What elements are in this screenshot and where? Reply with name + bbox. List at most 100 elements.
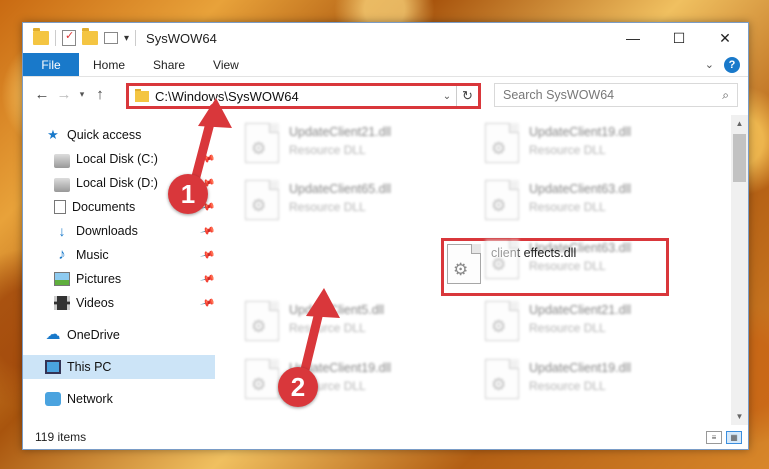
pin-icon[interactable]: 📌 [199,271,215,287]
properties-icon[interactable] [62,29,76,46]
pin-icon[interactable]: 📌 [199,247,215,263]
nav-item-quick-access[interactable]: ★ Quick access [23,123,223,147]
file-item[interactable]: ⚙ UpdateClient21.dll Resource DLL [245,121,465,169]
scroll-down-icon[interactable]: ▼ [731,408,748,425]
address-bar[interactable]: C:\Windows\SysWOW64 ⌄ ↻ [126,83,481,109]
refresh-icon[interactable]: ↻ [456,86,478,106]
nav-item-onedrive[interactable]: ☁ OneDrive [23,323,223,347]
tab-file[interactable]: File [23,53,79,76]
back-arrow-icon[interactable]: ← [31,86,53,103]
chevron-down-icon[interactable]: ▾ [124,33,129,44]
nav-item-label: OneDrive [67,328,120,342]
file-item[interactable]: ⚙ UpdateClient63.dll Resource DLL [485,178,705,226]
file-item[interactable]: ⚙ UpdateClient65.dll Resource DLL [245,178,465,226]
details-view-icon[interactable]: ≡ [706,430,722,444]
ribbon-tabs: File Home Share View ⌄ ? [23,53,748,77]
nav-item-label: Local Disk (D:) [76,176,158,190]
file-type: Resource DLL [289,321,366,335]
pin-icon[interactable]: 📌 [199,151,215,167]
gear-icon: ⚙ [251,317,267,336]
search-icon[interactable]: ⌕ [722,88,729,103]
forward-arrow-icon[interactable]: → [53,86,75,103]
address-path[interactable]: C:\Windows\SysWOW64 [155,89,438,104]
gear-icon: ⚙ [251,375,267,394]
file-item[interactable]: ⚙ UpdateClient63.dll Resource DLL [485,237,705,285]
file-name: UpdateClient65.dll [289,182,392,196]
documents-icon [54,200,66,214]
gear-icon: ⚙ [251,196,267,215]
nav-item-label: Downloads [76,224,138,238]
tab-home[interactable]: Home [79,53,139,76]
pictures-icon [54,272,70,286]
pin-icon[interactable]: 📌 [199,223,215,239]
file-item[interactable]: ⚙ UpdateClient21.dll Resource DLL [485,299,705,347]
file-name: UpdateClient5.dll [289,303,385,317]
folder-icon [135,88,149,102]
item-count: 119 items [35,430,87,444]
toolbar-divider [135,30,137,46]
gear-icon: ⚙ [491,196,507,215]
nav-item-videos[interactable]: Videos 📌 [23,291,223,315]
tab-share[interactable]: Share [139,53,199,76]
help-icon[interactable]: ? [724,56,740,73]
nav-item-label: Music [76,248,109,262]
dll-file-icon: ⚙ [245,359,279,399]
new-folder-icon[interactable] [82,28,98,45]
nav-item-this-pc[interactable]: This PC [23,355,215,379]
main-area: ★ Quick access Local Disk (C:) 📌 Local D… [23,115,748,425]
drive-icon [54,177,70,192]
scroll-up-icon[interactable]: ▲ [731,115,748,132]
dll-file-icon: ⚙ [245,180,279,220]
status-bar: 119 items ≡ ▦ [23,425,748,449]
file-name: UpdateClient21.dll [289,125,392,139]
search-placeholder: Search SysWOW64 [503,88,615,102]
close-button[interactable]: ✕ [702,23,748,53]
nav-item-label: Network [67,392,113,406]
file-type: Resource DLL [289,143,366,157]
folder-icon[interactable] [33,28,49,45]
nav-item-network[interactable]: Network [23,387,223,411]
this-pc-icon [45,360,61,374]
scrollbar-thumb[interactable] [733,134,746,182]
nav-item-label: Local Disk (C:) [76,152,158,166]
nav-item-pictures[interactable]: Pictures 📌 [23,267,223,291]
file-type: Resource DLL [529,259,606,273]
file-name: UpdateClient19.dll [529,125,632,139]
search-input[interactable]: Search SysWOW64 ⌕ [494,83,738,107]
chevron-down-icon[interactable]: ⌄ [438,91,456,102]
dll-file-icon: ⚙ [245,123,279,163]
gear-icon: ⚙ [251,139,267,158]
gear-icon: ⚙ [491,255,507,274]
music-icon: ♪ [58,246,66,263]
minimize-button[interactable]: — [610,23,656,53]
nav-item-label: Quick access [67,128,142,142]
file-type: Resource DLL [529,143,606,157]
file-item[interactable]: ⚙ UpdateClient19.dll Resource DLL [485,357,705,405]
nav-item-label: Documents [72,200,136,214]
file-item[interactable]: ⚙ UpdateClient5.dll Resource DLL [245,299,465,347]
customize-view-icon[interactable] [104,32,118,44]
dll-file-icon: ⚙ [485,239,519,279]
nav-item-local-disk-c[interactable]: Local Disk (C:) 📌 [23,147,223,171]
expand-ribbon-icon[interactable]: ⌄ [705,58,714,71]
vertical-scrollbar[interactable]: ▲ ▼ [731,115,748,425]
file-type: Resource DLL [289,200,366,214]
navigation-pane: ★ Quick access Local Disk (C:) 📌 Local D… [23,115,223,425]
nav-item-music[interactable]: ♪ Music 📌 [23,243,223,267]
up-arrow-icon[interactable]: ↑ [89,86,111,103]
recent-locations-icon[interactable]: ▾ [75,89,89,100]
maximize-button[interactable]: ☐ [656,23,702,53]
videos-icon [54,296,70,310]
dll-file-icon: ⚙ [245,301,279,341]
pin-icon[interactable]: 📌 [199,295,215,311]
large-icons-view-icon[interactable]: ▦ [726,430,742,444]
gear-icon: ⚙ [491,375,507,394]
dll-file-icon: ⚙ [485,123,519,163]
tab-view[interactable]: View [199,53,253,76]
nav-item-label: This PC [67,360,112,374]
nav-item-downloads[interactable]: ↓ Downloads 📌 [23,219,223,243]
ribbon-controls: ⌄ ? [705,53,748,76]
file-item[interactable]: ⚙ UpdateClient19.dll Resource DLL [485,121,705,169]
